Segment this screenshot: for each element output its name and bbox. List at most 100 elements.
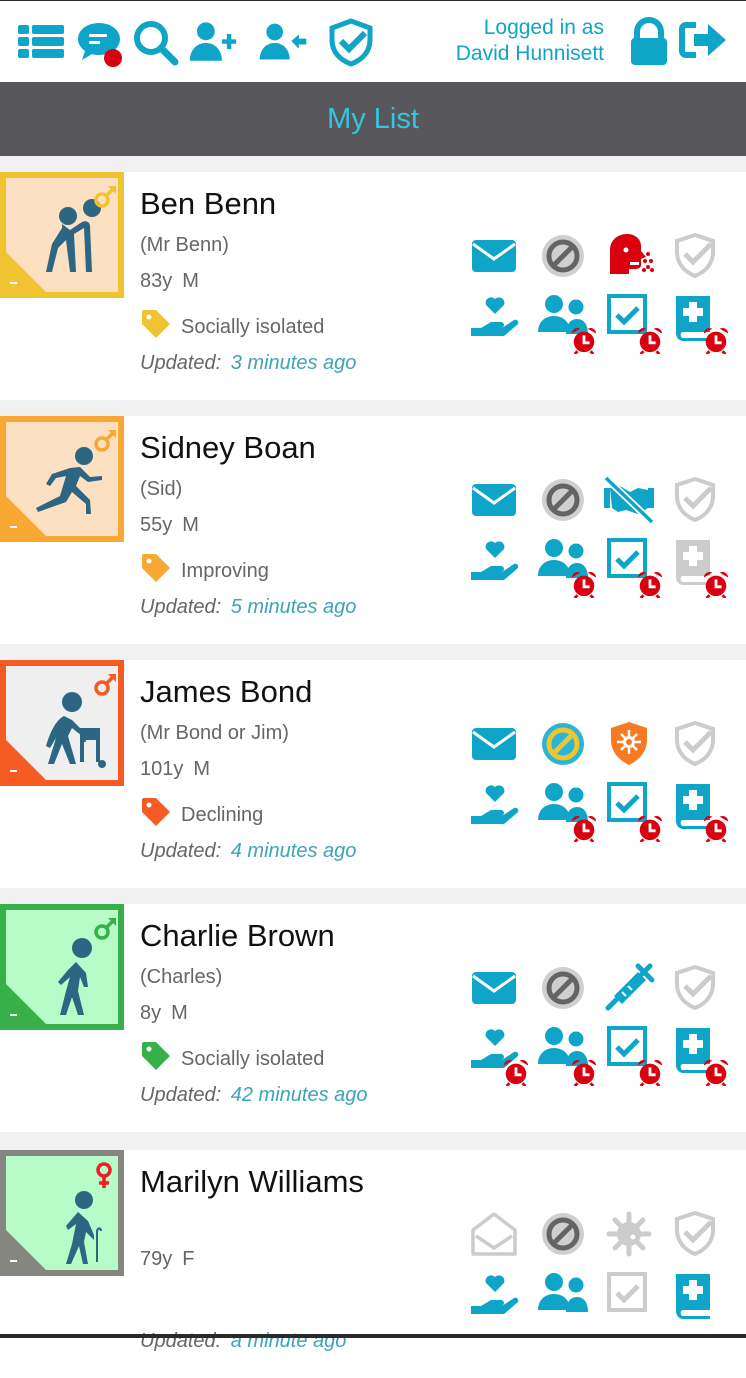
patient-name[interactable]: Sidney Boan: [140, 430, 316, 466]
alarm-clock-icon: [636, 1058, 664, 1086]
patient-card[interactable]: Marilyn Williams 79y F Updated: a minute …: [0, 1150, 746, 1378]
shield-check-icon[interactable]: [326, 17, 376, 67]
toolbar: Logged in as David Hunnisett: [0, 1, 746, 82]
shield-check-icon[interactable]: [668, 474, 722, 526]
message-icon[interactable]: [468, 962, 522, 1014]
list-icon[interactable]: [16, 17, 66, 67]
avatar-collapse-mark[interactable]: [10, 282, 17, 284]
shield-check-icon[interactable]: [668, 718, 722, 770]
tag-label: Declining: [181, 803, 264, 826]
blocked-icon[interactable]: [536, 718, 590, 770]
patient-card[interactable]: Sidney Boan (Sid) 55y M Improving Updated…: [0, 416, 746, 644]
message-icon[interactable]: [468, 718, 522, 770]
status-tag: Socially isolated: [140, 308, 324, 346]
patient-age-sex: 8y M: [140, 1002, 198, 1025]
avatar-collapse-mark[interactable]: [10, 1014, 17, 1016]
lock-icon[interactable]: [624, 17, 674, 67]
contacts-icon[interactable]: [536, 290, 597, 354]
patient-sex: M: [171, 1002, 188, 1024]
virus-icon[interactable]: [602, 1208, 656, 1260]
tasks-icon[interactable]: [602, 534, 663, 598]
patient-nickname: (Mr Bond or Jim): [140, 722, 289, 744]
care-icon[interactable]: [468, 778, 522, 830]
updated-info: Updated: 3 minutes ago: [140, 352, 356, 375]
patient-nickname: (Sid): [140, 478, 183, 500]
care-icon[interactable]: [468, 290, 522, 342]
chat-icon[interactable]: [74, 17, 124, 67]
tag-label: Socially isolated: [181, 315, 325, 338]
patient-name[interactable]: Charlie Brown: [140, 918, 335, 954]
blocked-icon[interactable]: [536, 1208, 590, 1260]
assign-user-icon[interactable]: [258, 17, 308, 67]
patient-card[interactable]: Charlie Brown (Charles) 8y M Socially iso…: [0, 904, 746, 1132]
medical-record-icon[interactable]: [668, 778, 729, 842]
patient-age: 8y: [140, 1002, 162, 1024]
alarm-clock-icon: [702, 570, 730, 598]
patient-card[interactable]: James Bond (Mr Bond or Jim) 101y M Declin…: [0, 660, 746, 888]
tag-icon: [140, 1040, 181, 1078]
patient-name[interactable]: Ben Benn: [140, 186, 276, 222]
add-user-icon[interactable]: [188, 17, 238, 67]
patient-avatar[interactable]: [0, 416, 124, 542]
updated-label: Updated:: [140, 596, 222, 618]
patient-avatar[interactable]: [0, 660, 124, 786]
message-icon[interactable]: [468, 474, 522, 526]
window-bottom-edge: [0, 1334, 746, 1338]
alarm-clock-icon: [570, 326, 598, 354]
medical-record-icon[interactable]: [668, 1022, 729, 1086]
patient-age-sex: 83y M: [140, 270, 209, 293]
patient-sex: F: [182, 1248, 195, 1270]
tasks-icon[interactable]: [602, 290, 663, 354]
search-icon[interactable]: [130, 17, 180, 67]
avatar-corner: [6, 246, 52, 292]
avatar-collapse-mark[interactable]: [10, 1260, 17, 1262]
logout-icon[interactable]: [678, 17, 728, 67]
patient-age: 55y: [140, 514, 173, 536]
patient-card[interactable]: Ben Benn (Mr Benn) 83y M Socially isolate…: [0, 172, 746, 400]
notification-dot: [104, 49, 122, 67]
contacts-icon[interactable]: [536, 534, 597, 598]
care-icon[interactable]: [468, 1268, 522, 1320]
tasks-icon[interactable]: [602, 778, 663, 842]
no-handshake-icon[interactable]: [602, 474, 656, 526]
syringe-icon[interactable]: [602, 962, 656, 1014]
contacts-icon[interactable]: [536, 1022, 597, 1086]
avatar-collapse-mark[interactable]: [10, 526, 17, 528]
patient-age-sex: 101y M: [140, 758, 220, 781]
patient-avatar[interactable]: [0, 172, 124, 298]
patient-avatar[interactable]: [0, 904, 124, 1030]
shield-check-icon[interactable]: [668, 962, 722, 1014]
medical-record-icon[interactable]: [668, 1268, 722, 1320]
patient-avatar[interactable]: [0, 1150, 124, 1276]
tasks-icon[interactable]: [602, 1022, 663, 1086]
blocked-icon[interactable]: [536, 474, 590, 526]
shield-check-icon[interactable]: [668, 230, 722, 282]
virus-shield-icon[interactable]: [602, 718, 656, 770]
alarm-clock-icon: [702, 814, 730, 842]
patient-name[interactable]: James Bond: [140, 674, 312, 710]
shield-check-icon[interactable]: [668, 1208, 722, 1260]
care-icon[interactable]: [468, 534, 522, 586]
updated-info: Updated: 5 minutes ago: [140, 596, 356, 619]
contacts-icon[interactable]: [536, 778, 597, 842]
updated-label: Updated:: [140, 840, 222, 862]
medical-record-icon[interactable]: [668, 534, 729, 598]
avatar-collapse-mark[interactable]: [10, 770, 17, 772]
message-icon[interactable]: [468, 230, 522, 282]
alarm-clock-icon: [636, 570, 664, 598]
patient-age-sex: 55y M: [140, 514, 209, 537]
tag-label: Improving: [181, 559, 269, 582]
patient-nickname: (Charles): [140, 966, 223, 988]
coughing-icon[interactable]: [602, 230, 656, 282]
updated-time: 4 minutes ago: [230, 840, 357, 862]
care-icon[interactable]: [468, 1022, 529, 1086]
alarm-clock-icon: [570, 1058, 598, 1086]
medical-record-icon[interactable]: [668, 290, 729, 354]
blocked-icon[interactable]: [536, 230, 590, 282]
message-open-icon[interactable]: [468, 1208, 522, 1260]
patient-name[interactable]: Marilyn Williams: [140, 1164, 364, 1200]
blocked-icon[interactable]: [536, 962, 590, 1014]
contacts-icon[interactable]: [536, 1268, 590, 1320]
patient-age: 83y: [140, 270, 173, 292]
tasks-icon[interactable]: [602, 1268, 656, 1320]
